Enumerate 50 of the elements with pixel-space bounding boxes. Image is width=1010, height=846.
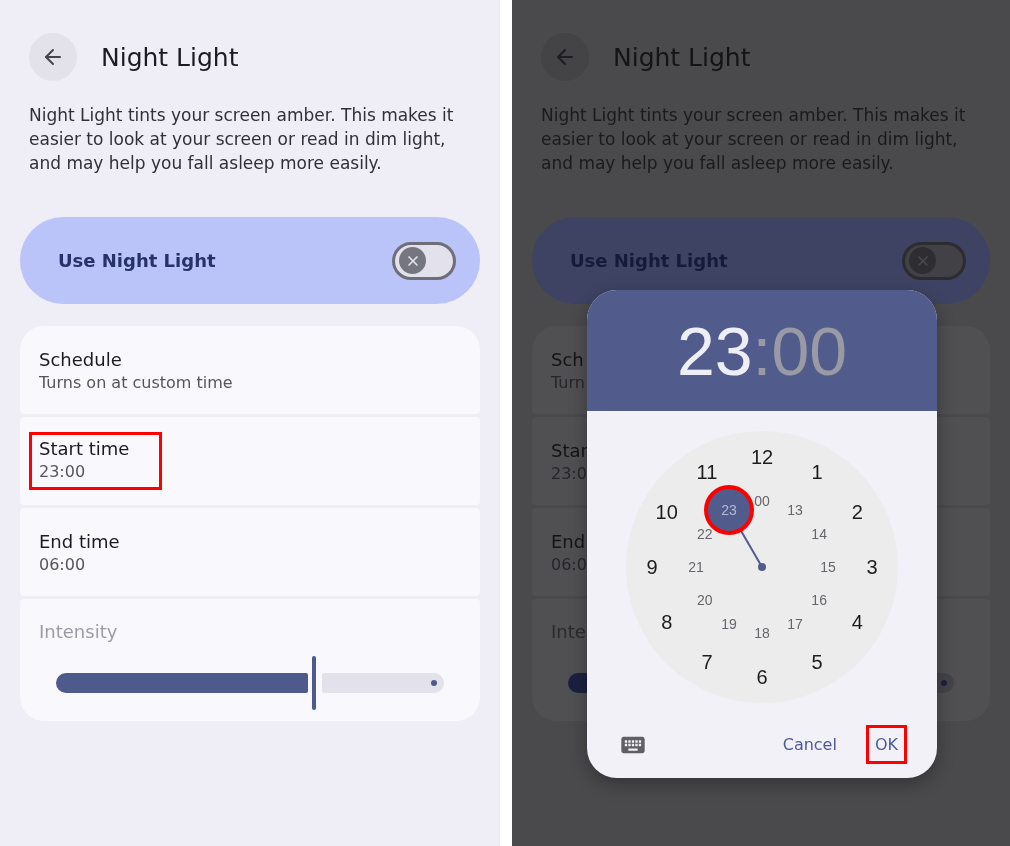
night-light-switch[interactable]: [902, 241, 966, 280]
hour-number[interactable]: 5: [811, 650, 823, 674]
time-separator: :: [752, 311, 772, 390]
settings-item[interactable]: End time 06:00: [20, 508, 480, 596]
hour-display[interactable]: 23: [676, 311, 753, 390]
hour-number[interactable]: 17: [787, 616, 803, 633]
slider-thumb[interactable]: [311, 656, 316, 710]
hour-number[interactable]: 7: [701, 650, 713, 674]
hour-number[interactable]: 10: [655, 500, 678, 524]
back-button[interactable]: [29, 33, 77, 81]
hour-number[interactable]: 9: [646, 555, 658, 579]
hour-number[interactable]: 00: [754, 493, 770, 509]
item-title: Sch: [551, 348, 585, 370]
slider-end-dot: [431, 680, 437, 686]
item-subtitle: 06:00: [39, 554, 87, 574]
item-subtitle: 23:00: [39, 462, 87, 481]
slider-end-dot: [941, 680, 947, 686]
clock-hand: [740, 529, 766, 571]
item-title: Schedule: [39, 348, 123, 370]
hour-number[interactable]: 19: [721, 616, 737, 633]
intensity-label: Intensity: [39, 621, 118, 642]
settings-item[interactable]: Start time 23:00: [20, 417, 480, 505]
item-title: Star: [551, 439, 588, 461]
page-title: Night Light: [101, 42, 239, 72]
intensity-slider[interactable]: [56, 656, 444, 710]
hour-number[interactable]: 13: [787, 501, 803, 518]
hour-number[interactable]: 20: [697, 592, 713, 608]
settings-item[interactable]: Schedule Turns on at custom time: [20, 326, 480, 414]
hour-number[interactable]: 8: [661, 610, 673, 634]
item-title: Start time: [39, 438, 130, 459]
switch-label: Use Night Light: [58, 250, 216, 271]
hour-number[interactable]: 18: [754, 625, 770, 641]
hour-number[interactable]: 21: [688, 559, 704, 575]
dialog-button[interactable]: Cancel: [773, 725, 846, 764]
item-subtitle: Turns on at custom time: [39, 372, 233, 392]
hour-number[interactable]: 2: [851, 500, 863, 524]
hour-number[interactable]: 16: [811, 592, 827, 608]
hour-number[interactable]: 14: [811, 526, 827, 542]
hour-number[interactable]: 1: [811, 460, 823, 484]
hour-number[interactable]: 12: [750, 445, 774, 469]
hour-number[interactable]: 3: [866, 555, 878, 579]
night-light-switch[interactable]: [392, 241, 456, 280]
hour-number[interactable]: 6: [756, 665, 768, 689]
dialog-button[interactable]: OK: [865, 725, 907, 764]
hour-number[interactable]: 4: [851, 610, 863, 634]
hour-number[interactable]: 15: [820, 559, 836, 575]
description-text: Night Light tints your screen amber. This makes it easier to look at your screen or read in dim light, and may help you fall asleep more easily.: [29, 104, 455, 175]
item-title: End: [551, 530, 587, 552]
item-title: End time: [39, 530, 120, 552]
hour-number[interactable]: 11: [696, 460, 718, 484]
